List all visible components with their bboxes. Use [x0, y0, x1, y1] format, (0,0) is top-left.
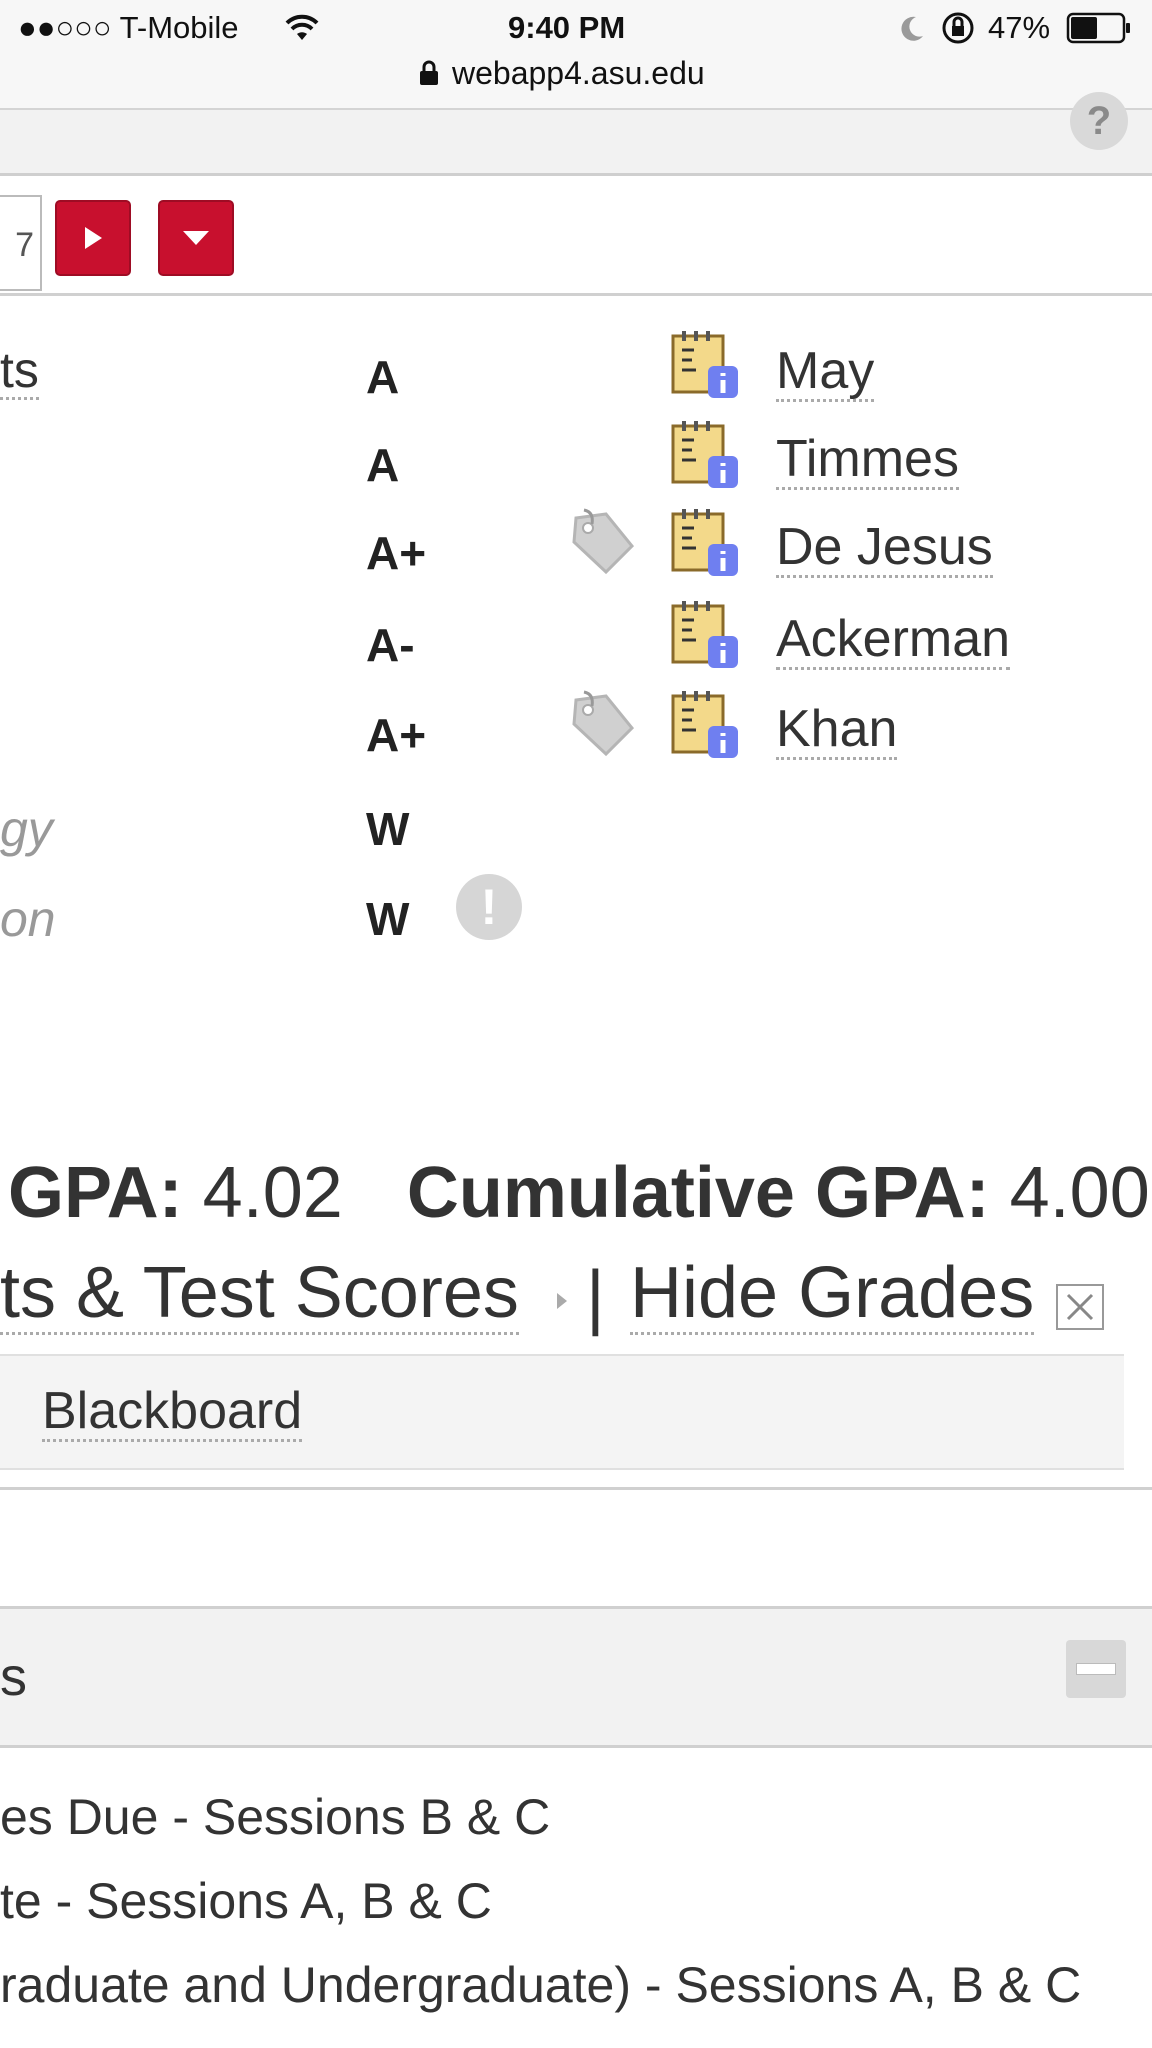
instructor-link[interactable]: Khan [776, 702, 898, 760]
grade: W [366, 893, 410, 945]
syllabus-info-icon[interactable] [670, 598, 740, 670]
header-strip [0, 110, 1152, 176]
grade: A+ [366, 527, 427, 579]
cumulative-gpa-value: 4.00 [1009, 1153, 1150, 1233]
syllabus-info-icon[interactable] [670, 506, 740, 578]
book-tag-icon[interactable] [566, 506, 636, 578]
term-gpa-label: GPA: [8, 1153, 183, 1233]
arrow-right-icon [557, 1293, 567, 1309]
status-bar: ●●○○○ T-Mobile 9:40 PM 47% webapp4.asu.e… [0, 0, 1152, 110]
next-term-button[interactable] [55, 200, 131, 276]
instructor-link[interactable]: May [776, 344, 875, 402]
rotation-lock-icon [942, 12, 974, 44]
deadline-item[interactable]: te - Sessions A, B & C [0, 1872, 492, 1930]
lock-icon [420, 60, 438, 85]
moon-icon [901, 16, 923, 41]
collapse-button[interactable] [1066, 1640, 1126, 1698]
term-selector[interactable]: 7 [0, 195, 42, 291]
help-icon[interactable]: ? [1070, 92, 1128, 150]
section-title: s [0, 1647, 27, 1707]
divider [0, 1487, 1152, 1490]
instructor-link[interactable]: Timmes [776, 432, 959, 490]
grade: A- [366, 619, 415, 671]
term-gpa-value: 4.02 [202, 1153, 343, 1233]
caret-down-icon [183, 231, 209, 245]
play-right-icon [85, 227, 102, 249]
course-name: on [0, 891, 56, 947]
close-icon[interactable] [1056, 1284, 1104, 1330]
hide-grades-link[interactable]: Hide Grades [630, 1255, 1035, 1335]
wifi-icon [285, 14, 319, 40]
syllabus-info-icon[interactable] [670, 688, 740, 760]
grade: A [366, 439, 400, 491]
term-dropdown-button[interactable] [158, 200, 234, 276]
battery-icon [1066, 12, 1130, 44]
carrier-label: ●●○○○ T-Mobile [18, 10, 239, 45]
link-separator: | [586, 1257, 605, 1337]
clock: 9:40 PM [508, 10, 626, 45]
blackboard-link[interactable]: Blackboard [42, 1384, 303, 1442]
gpa-summary: GPA: 4.02 Cumulative GPA: 4.00 [8, 1152, 1150, 1234]
grade: A+ [366, 709, 427, 761]
minus-icon [1076, 1663, 1116, 1675]
instructor-link[interactable]: De Jesus [776, 520, 993, 578]
book-tag-icon[interactable] [566, 688, 636, 760]
instructor-link[interactable]: Ackerman [776, 612, 1011, 670]
test-scores-link[interactable]: ts & Test Scores [0, 1255, 519, 1335]
url-bar[interactable]: webapp4.asu.edu [452, 55, 705, 92]
section-header [0, 1606, 1152, 1748]
deadline-item[interactable]: es Due - Sessions B & C [0, 1788, 550, 1846]
alert-icon[interactable]: ! [456, 874, 522, 940]
grade: A [366, 351, 400, 403]
battery-percent: 47% [988, 10, 1051, 45]
grade: W [366, 803, 410, 855]
syllabus-info-icon[interactable] [670, 418, 740, 490]
cumulative-gpa-label: Cumulative GPA: [406, 1153, 990, 1233]
course-name: gy [0, 801, 53, 857]
syllabus-info-icon[interactable] [670, 328, 740, 400]
deadline-item[interactable]: raduate and Undergraduate) - Sessions A,… [0, 1956, 1081, 2014]
course-name[interactable]: ts [0, 344, 39, 400]
